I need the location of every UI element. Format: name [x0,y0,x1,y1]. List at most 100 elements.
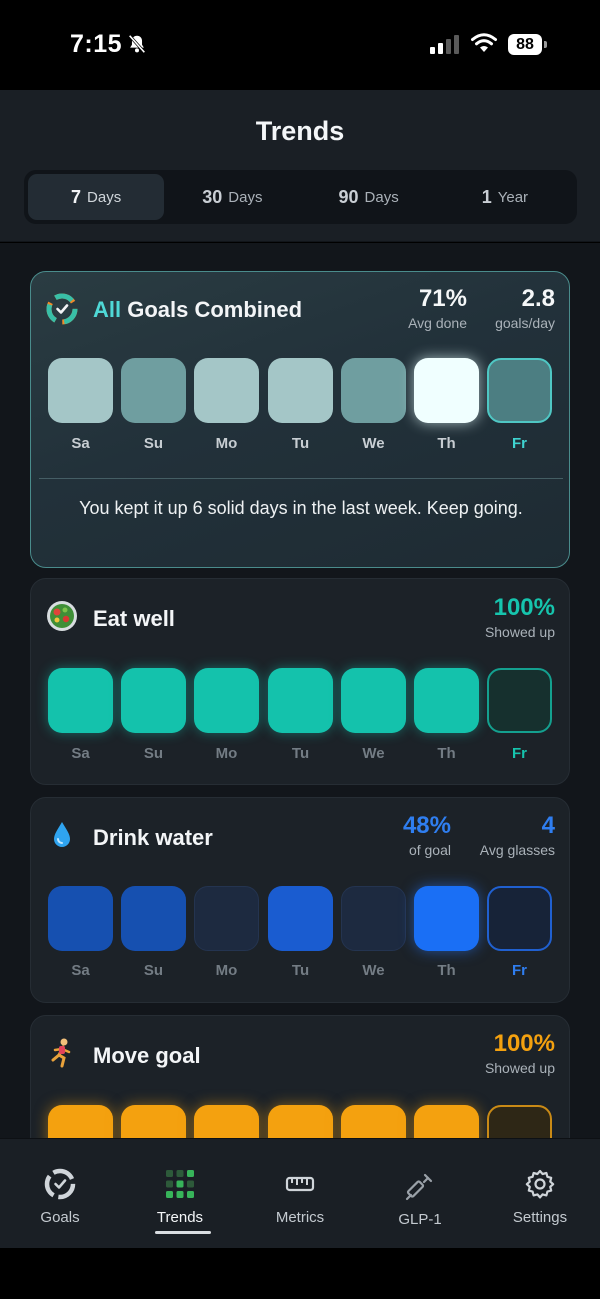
stat-label: Avg done [408,315,467,331]
syringe-icon [405,1173,433,1201]
day-box-tu[interactable] [268,668,333,733]
tab-number: 30 [202,186,223,207]
day-box-we[interactable] [341,358,406,423]
of-goal-stat: 48% of goal [403,812,451,858]
nav-label: Trends [156,1209,204,1226]
card-title: Drink water [93,825,213,850]
tab-1-year[interactable]: 1 Year [437,174,573,220]
day-labels: Sa Su Mo Tu We Th Fr [48,745,554,765]
day-label: Sa [71,962,90,979]
drink-water-card[interactable]: Drink water 48% of goal 4 Avg glasses Sa… [30,797,570,1003]
avg-done-stat: 71% Avg done [408,285,467,331]
runner-icon [51,1038,71,1068]
stat-value: 100% [493,594,555,621]
all-goals-card[interactable]: All Goals Combined 71% Avg done 2.8 goal… [30,271,570,568]
day-box-su[interactable] [121,1105,186,1138]
goals-icon [44,1168,76,1200]
status-bar: 7:15 88 [0,0,600,90]
stat-label: goals/day [495,315,555,331]
bell-slash-icon [128,34,146,54]
day-box-fr[interactable] [487,1105,552,1138]
day-label: Tu [291,745,310,762]
nav-settings[interactable]: Settings [490,1167,590,1226]
stat-label: Showed up [484,1060,555,1076]
app-header: Trends 7 Days 30 Days 90 Days 1 Year [0,90,600,242]
stat-value: 4 [541,812,555,839]
day-label: Su [143,745,164,762]
nav-label: Metrics [275,1209,325,1226]
water-drop-icon [54,822,70,847]
day-label: We [362,435,385,452]
tab-number: 90 [338,186,359,207]
move-goal-card[interactable]: Move goal 100% Showed up [30,1015,570,1138]
day-label: Mo [215,962,238,979]
divider [39,478,563,479]
goals-per-day-stat: 2.8 goals/day [495,285,555,331]
card-title: Eat well [93,606,175,631]
stat-label: Avg glasses [479,842,555,858]
day-label: Tu [291,962,310,979]
tab-unit: Days [364,188,399,206]
trends-content[interactable]: All Goals Combined 71% Avg done 2.8 goal… [0,243,600,1138]
day-label: Mo [215,435,238,452]
day-box-th[interactable] [414,358,479,423]
day-box-mo[interactable] [194,886,259,951]
tab-30-days[interactable]: 30 Days [164,174,300,220]
day-box-su[interactable] [121,668,186,733]
tab-90-days[interactable]: 90 Days [301,174,437,220]
day-label-today: Fr [512,962,527,979]
day-box-we[interactable] [341,668,406,733]
home-indicator-area [0,1248,600,1299]
battery-indicator: 88 [508,34,547,55]
trends-icon [166,1170,194,1198]
nav-glp1[interactable]: GLP-1 [370,1169,470,1228]
day-box-th[interactable] [414,668,479,733]
day-box-tu[interactable] [268,358,333,423]
day-box-fr[interactable] [487,668,552,733]
day-row [48,1105,554,1138]
day-box-su[interactable] [121,886,186,951]
card-title-rest: Goals Combined [121,297,303,322]
day-box-mo[interactable] [194,668,259,733]
stat-value: 71% [418,285,467,312]
day-box-we[interactable] [341,1105,406,1138]
day-box-we[interactable] [341,886,406,951]
ruler-icon [285,1176,315,1192]
day-box-tu[interactable] [268,1105,333,1138]
cellular-signal-icon [430,35,459,54]
day-box-su[interactable] [121,358,186,423]
card-title-accent: All [93,297,122,322]
day-label: We [362,745,385,762]
range-tabs: 7 Days 30 Days 90 Days 1 Year [24,170,577,224]
day-box-th[interactable] [414,886,479,951]
day-box-sa[interactable] [48,886,113,951]
tab-7-days[interactable]: 7 Days [28,174,165,220]
nav-trends[interactable]: Trends [130,1167,230,1226]
salad-icon [47,601,77,631]
nav-metrics[interactable]: Metrics [250,1167,350,1226]
page-title: Trends [255,116,345,146]
day-label: Th [437,745,456,762]
day-box-sa[interactable] [48,1105,113,1138]
day-box-mo[interactable] [194,358,259,423]
tab-number: 7 [71,186,82,207]
stat-label: Showed up [484,624,555,640]
day-labels: Sa Su Mo Tu We Th Fr [48,962,554,982]
day-label: Th [437,435,456,452]
day-box-sa[interactable] [48,358,113,423]
day-box-th[interactable] [414,1105,479,1138]
day-box-tu[interactable] [268,886,333,951]
day-box-fr[interactable] [487,358,552,423]
card-title: Move goal [93,1043,201,1068]
day-label: Su [143,962,164,979]
day-label-today: Fr [512,745,527,762]
tab-unit: Days [87,188,122,206]
day-box-mo[interactable] [194,1105,259,1138]
day-box-sa[interactable] [48,668,113,733]
day-box-fr[interactable] [487,886,552,951]
goals-combined-icon [46,293,78,325]
avg-glasses-stat: 4 Avg glasses [480,812,555,858]
eat-well-card[interactable]: Eat well 100% Showed up Sa Su Mo Tu We T… [30,578,570,785]
nav-goals[interactable]: Goals [10,1167,110,1226]
card-title: All Goals Combined [93,297,302,323]
